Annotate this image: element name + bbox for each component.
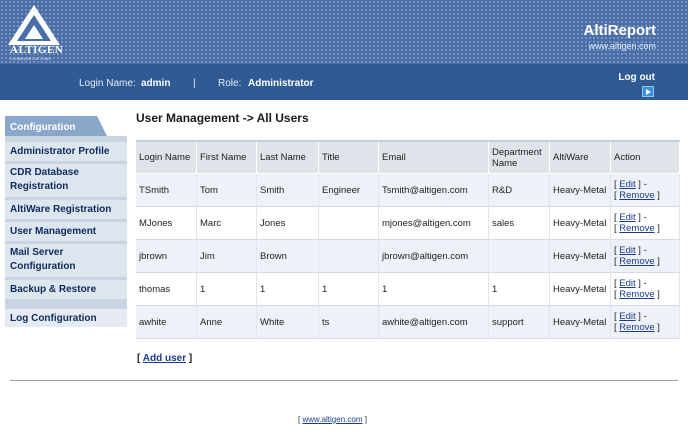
cell-department: 1 [489, 273, 550, 306]
cell-altiware: Heavy-Metal [550, 174, 611, 207]
cell-title: Engineer [319, 174, 379, 207]
logout-arrow-icon[interactable] [642, 86, 654, 97]
table-row: jbrown Jim Brown jbrown@altigen.com Heavy-Me… [136, 240, 680, 273]
cell-login-name: jbrown [136, 240, 197, 273]
footer-link-wrapper: [ www.altigen.com ] [298, 415, 367, 424]
cell-last-name: 1 [257, 273, 319, 306]
column-header-title: Title [319, 142, 379, 174]
sidebar-item-cdr-database-registration[interactable]: CDR Database Registration [5, 164, 127, 197]
cell-altiware: Heavy-Metal [550, 240, 611, 273]
cell-title: 1 [319, 273, 379, 306]
cell-title [319, 207, 379, 240]
sidebar-item-backup-restore[interactable]: Backup & Restore [5, 280, 127, 299]
separator: | [193, 78, 196, 89]
cell-email: jbrown@altigen.com [379, 240, 489, 273]
login-name-value: admin [141, 78, 171, 89]
logo-wordmark: ALTIGEN [10, 44, 64, 56]
role-value: Administrator [248, 78, 314, 89]
cell-altiware: Heavy-Metal [550, 207, 611, 240]
user-info-bar: Login Name: admin | Role: Administrator … [0, 64, 688, 100]
column-header-email: Email [379, 142, 489, 174]
cell-department [489, 240, 550, 273]
cell-first-name: Anne [197, 306, 257, 339]
sidebar-item-mail-server-configuration[interactable]: Mail Server Configuration [5, 244, 127, 277]
cell-first-name: Tom [197, 174, 257, 207]
table-header-row: Login Name First Name Last Name Title Em… [136, 142, 680, 174]
table-row: awhite Anne White ts awhite@altigen.com suppo… [136, 306, 680, 339]
cell-action: [ Edit ] -[ Remove ] [611, 174, 680, 207]
sidebar-item-user-management[interactable]: User Management [5, 222, 127, 241]
footer-link[interactable]: www.altigen.com [302, 415, 362, 424]
column-header-login-name: Login Name [136, 142, 197, 174]
header-banner: ALTIGEN COMMUNICATIONS AltiReport www.al… [0, 0, 688, 64]
sidebar-item-altiware-registration[interactable]: AltiWare Registration [5, 200, 127, 219]
logout-link[interactable]: Log out [618, 72, 655, 83]
edit-link[interactable]: Edit [619, 311, 635, 322]
cell-department: R&D [489, 174, 550, 207]
cell-first-name: 1 [197, 273, 257, 306]
cell-first-name: Jim [197, 240, 257, 273]
cell-login-name: thomas [136, 273, 197, 306]
sidebar: Configuration Administrator Profile CDR … [5, 116, 127, 330]
users-table: Login Name First Name Last Name Title Em… [136, 140, 680, 339]
remove-link[interactable]: Remove [619, 322, 654, 333]
edit-link[interactable]: Edit [619, 278, 635, 289]
column-header-last-name: Last Name [257, 142, 319, 174]
cell-email: 1 [379, 273, 489, 306]
table-row: TSmith Tom Smith Engineer Tsmith@altigen.com… [136, 174, 680, 207]
edit-link[interactable]: Edit [619, 245, 635, 256]
users-table-body: TSmith Tom Smith Engineer Tsmith@altigen.com… [136, 174, 680, 339]
cell-action: [ Edit ] -[ Remove ] [611, 273, 680, 306]
header-url: www.altigen.com [588, 41, 656, 51]
cell-first-name: Marc [197, 207, 257, 240]
sidebar-tab-configuration[interactable]: Configuration [5, 116, 107, 136]
sidebar-item-log-configuration[interactable]: Log Configuration [5, 309, 127, 327]
cell-title [319, 240, 379, 273]
cell-last-name: Smith [257, 174, 319, 207]
cell-title: ts [319, 306, 379, 339]
column-header-action: Action [611, 142, 680, 174]
product-title: AltiReport [583, 22, 657, 39]
page-title: User Management -> All Users [136, 111, 309, 125]
add-user-wrapper: [ Add user ] [137, 353, 193, 364]
remove-link[interactable]: Remove [619, 289, 654, 300]
edit-link[interactable]: Edit [619, 179, 635, 190]
cell-altiware: Heavy-Metal [550, 273, 611, 306]
column-header-first-name: First Name [197, 142, 257, 174]
remove-link[interactable]: Remove [619, 256, 654, 267]
table-row: MJones Marc Jones mjones@altigen.com sales He… [136, 207, 680, 240]
sidebar-item-administrator-profile[interactable]: Administrator Profile [5, 142, 127, 161]
table-row: thomas 1 1 1 1 1 Heavy-Metal[ Edit ] -[ Remove… [136, 273, 680, 306]
cell-department: support [489, 306, 550, 339]
cell-department: sales [489, 207, 550, 240]
divider [10, 380, 678, 381]
cell-action: [ Edit ] -[ Remove ] [611, 240, 680, 273]
cell-action: [ Edit ] -[ Remove ] [611, 207, 680, 240]
cell-last-name: Jones [257, 207, 319, 240]
remove-link[interactable]: Remove [619, 190, 654, 201]
cell-login-name: TSmith [136, 174, 197, 207]
role-label: Role: [218, 78, 242, 89]
cell-email: Tsmith@altigen.com [379, 174, 489, 207]
cell-last-name: White [257, 306, 319, 339]
sidebar-menu: Administrator Profile CDR Database Regis… [5, 136, 127, 327]
cell-login-name: awhite [136, 306, 197, 339]
column-header-altiware: AltiWare [550, 142, 611, 174]
cell-login-name: MJones [136, 207, 197, 240]
cell-email: mjones@altigen.com [379, 207, 489, 240]
edit-link[interactable]: Edit [619, 212, 635, 223]
remove-link[interactable]: Remove [619, 223, 654, 234]
cell-email: awhite@altigen.com [379, 306, 489, 339]
logo-subtitle: COMMUNICATIONS [10, 56, 52, 61]
cell-action: [ Edit ] -[ Remove ] [611, 306, 680, 339]
login-name-label: Login Name: [79, 78, 136, 89]
cell-last-name: Brown [257, 240, 319, 273]
add-user-link[interactable]: Add user [143, 353, 186, 364]
cell-altiware: Heavy-Metal [550, 306, 611, 339]
column-header-department-name: Department Name [489, 142, 550, 174]
